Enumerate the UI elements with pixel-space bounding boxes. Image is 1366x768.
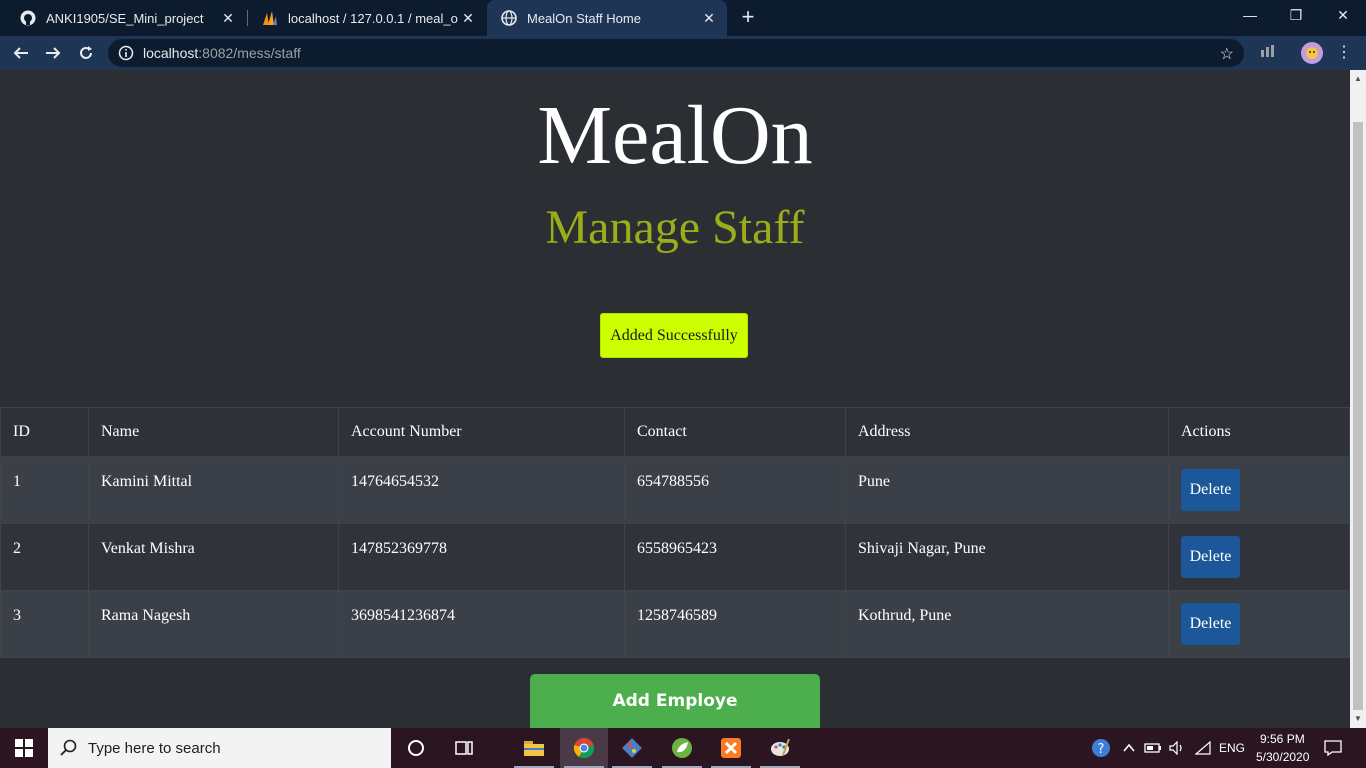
column-header-actions: Actions: [1168, 407, 1350, 457]
git-icon[interactable]: [608, 728, 656, 768]
cell-contact: 6558965423: [624, 523, 846, 591]
svg-text:?: ?: [1098, 742, 1105, 757]
column-header-name: Name: [88, 407, 339, 457]
paint-icon[interactable]: [756, 728, 804, 768]
profile-avatar[interactable]: [1301, 42, 1323, 64]
staff-table: ID Name Account Number Contact Address A…: [0, 407, 1350, 658]
chevron-up-icon[interactable]: [1118, 728, 1140, 768]
clock-date[interactable]: 5/30/2020: [1256, 750, 1309, 764]
column-header-contact: Contact: [624, 407, 846, 457]
xampp-icon[interactable]: [707, 728, 755, 768]
cell-id: 1: [0, 456, 89, 524]
cortana-icon[interactable]: [392, 728, 440, 768]
tab-github[interactable]: ANKI1905/SE_Mini_project ✕: [6, 0, 246, 36]
close-icon[interactable]: ✕: [218, 8, 238, 28]
reload-icon[interactable]: [73, 40, 99, 66]
file-explorer-icon[interactable]: [510, 728, 558, 768]
url-host: localhost: [143, 45, 199, 61]
new-tab-button[interactable]: +: [736, 6, 760, 30]
table-row: 3 Rama Nagesh 3698541236874 1258746589 K…: [0, 590, 1350, 658]
column-header-account-number: Account Number: [338, 407, 625, 457]
phpmyadmin-icon: [262, 10, 278, 26]
forward-arrow-icon[interactable]: [40, 40, 66, 66]
extension-icon[interactable]: [1259, 42, 1277, 65]
tab-title: MealOn Staff Home: [527, 10, 641, 26]
tab-mealon-staff-home[interactable]: MealOn Staff Home ✕: [487, 0, 727, 36]
language-indicator[interactable]: ENG: [1219, 741, 1245, 755]
clock-time[interactable]: 9:56 PM: [1260, 732, 1305, 746]
table-header-row: ID Name Account Number Contact Address A…: [0, 407, 1350, 457]
cell-actions: Delete: [1168, 456, 1350, 524]
wifi-icon[interactable]: [1191, 728, 1215, 768]
spring-tool-icon[interactable]: [658, 728, 706, 768]
cell-account-number: 147852369778: [338, 523, 625, 591]
cell-address: Shivaji Nagar, Pune: [845, 523, 1169, 591]
address-bar[interactable]: localhost:8082/mess/staff ☆: [108, 39, 1244, 67]
page-content: MealOn Manage Staff Added Successfully I…: [0, 70, 1350, 728]
url-path: :8082/mess/staff: [198, 45, 301, 61]
cell-name: Kamini Mittal: [88, 456, 339, 524]
cell-id: 2: [0, 523, 89, 591]
battery-icon[interactable]: [1141, 728, 1165, 768]
cell-contact: 1258746589: [624, 590, 846, 658]
browser-toolbar: localhost:8082/mess/staff ☆: [0, 36, 1366, 70]
cell-contact: 654788556: [624, 456, 846, 524]
tab-phpmyadmin[interactable]: localhost / 127.0.0.1 / meal_on / ✕: [248, 0, 486, 36]
back-arrow-icon[interactable]: [8, 40, 34, 66]
volume-icon[interactable]: [1165, 728, 1189, 768]
tab-title: ANKI1905/SE_Mini_project: [46, 10, 204, 26]
info-icon[interactable]: [118, 45, 134, 61]
bookmark-star-icon[interactable]: ☆: [1220, 44, 1234, 64]
page-title: MealOn: [537, 89, 813, 182]
chrome-icon[interactable]: [560, 728, 608, 768]
restore-button[interactable]: ❐: [1273, 0, 1319, 30]
column-header-address: Address: [845, 407, 1169, 457]
browser-tab-strip: ANKI1905/SE_Mini_project ✕ localhost / 1…: [0, 0, 1366, 36]
search-icon: [60, 739, 78, 757]
windows-start-icon[interactable]: [0, 728, 48, 768]
delete-button[interactable]: Delete: [1181, 536, 1240, 578]
cell-address: Pune: [845, 456, 1169, 524]
page-subtitle: Manage Staff: [545, 201, 805, 254]
minimize-button[interactable]: —: [1227, 0, 1273, 30]
cell-id: 3: [0, 590, 89, 658]
cell-address: Kothrud, Pune: [845, 590, 1169, 658]
globe-icon: [501, 10, 517, 26]
scroll-up-arrow-icon[interactable]: ▲: [1354, 74, 1362, 83]
notification-icon[interactable]: [1320, 728, 1346, 768]
success-message: Added Successfully: [600, 313, 748, 358]
cell-name: Venkat Mishra: [88, 523, 339, 591]
cell-actions: Delete: [1168, 523, 1350, 591]
column-header-id: ID: [0, 407, 89, 457]
cell-actions: Delete: [1168, 590, 1350, 658]
table-row: 2 Venkat Mishra 147852369778 6558965423 …: [0, 523, 1350, 591]
taskbar-search-box[interactable]: Type here to search: [48, 728, 391, 768]
window-close-button[interactable]: ✕: [1320, 0, 1366, 30]
scroll-down-arrow-icon[interactable]: ▼: [1354, 714, 1362, 723]
scrollbar-thumb[interactable]: [1353, 122, 1363, 710]
add-employee-button[interactable]: Add Employe: [530, 674, 820, 728]
github-icon: [20, 10, 36, 26]
cell-name: Rama Nagesh: [88, 590, 339, 658]
delete-button[interactable]: Delete: [1181, 603, 1240, 645]
page-scrollbar[interactable]: ▲ ▼: [1350, 70, 1366, 728]
close-icon[interactable]: ✕: [458, 8, 478, 28]
close-icon[interactable]: ✕: [699, 8, 719, 28]
cell-account-number: 14764654532: [338, 456, 625, 524]
tab-title: localhost / 127.0.0.1 / meal_on /: [288, 10, 458, 26]
windows-taskbar: Type here to search ? ENG 9:56 PM 5/30/2…: [0, 728, 1366, 768]
table-row: 1 Kamini Mittal 14764654532 654788556 Pu…: [0, 456, 1350, 524]
task-view-icon[interactable]: [440, 728, 488, 768]
more-menu-icon[interactable]: ⋮: [1336, 40, 1352, 66]
search-placeholder: Type here to search: [88, 739, 221, 757]
delete-button[interactable]: Delete: [1181, 469, 1240, 511]
cell-account-number: 3698541236874: [338, 590, 625, 658]
help-icon[interactable]: ?: [1086, 728, 1116, 768]
